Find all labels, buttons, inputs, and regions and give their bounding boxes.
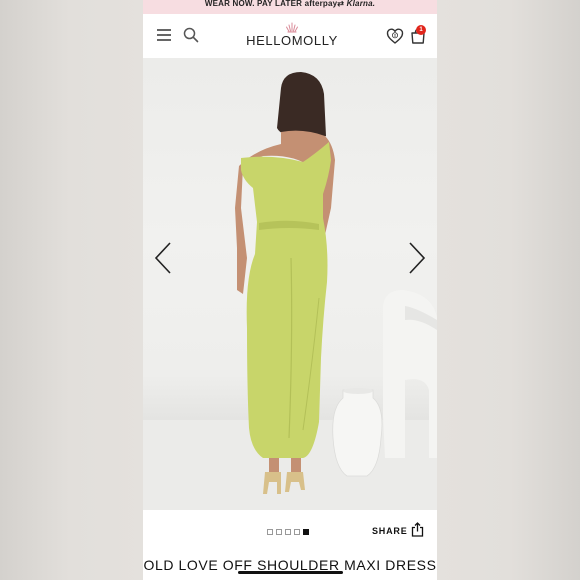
carousel-dot[interactable] — [276, 529, 282, 535]
phone-screen: WEAR NOW. PAY LATER afterpay⇄ Klarna. HE… — [143, 0, 437, 580]
site-header: HELLOMOLLY 0 1 — [143, 14, 437, 59]
promo-banner[interactable]: WEAR NOW. PAY LATER afterpay⇄ Klarna. — [143, 0, 437, 14]
carousel-dot-active[interactable] — [303, 529, 309, 535]
carousel-dots — [267, 529, 312, 535]
site-logo[interactable]: HELLOMOLLY — [243, 22, 341, 52]
afterpay-logo: afterpay — [304, 0, 338, 8]
carousel-dot[interactable] — [285, 529, 291, 535]
search-icon[interactable] — [183, 27, 199, 43]
share-button[interactable]: SHARE — [372, 526, 408, 536]
image-carousel-controls: SHARE — [143, 510, 437, 554]
home-indicator[interactable] — [238, 571, 343, 574]
chevron-right-icon[interactable] — [407, 241, 427, 275]
klarna-logo: Klarna. — [346, 0, 376, 8]
product-image[interactable] — [143, 58, 437, 510]
share-icon[interactable] — [411, 522, 424, 537]
chevron-left-icon[interactable] — [153, 241, 173, 275]
afterpay-arrows-icon: ⇄ — [337, 0, 345, 8]
heart-icon[interactable]: 0 — [386, 27, 404, 45]
carousel-dot[interactable] — [294, 529, 300, 535]
logo-wordmark: HELLOMOLLY — [246, 33, 338, 48]
promo-text: WEAR NOW. PAY LATER — [204, 0, 303, 8]
carousel-dot[interactable] — [267, 529, 273, 535]
hamburger-menu-icon[interactable] — [157, 29, 171, 41]
product-title-bar: OLD LOVE OFF SHOULDER MAXI DRESS — [143, 554, 437, 580]
cart-count-badge: 1 — [416, 25, 426, 35]
logo-crown-icon — [286, 22, 298, 33]
product-photo-scene — [143, 72, 437, 510]
